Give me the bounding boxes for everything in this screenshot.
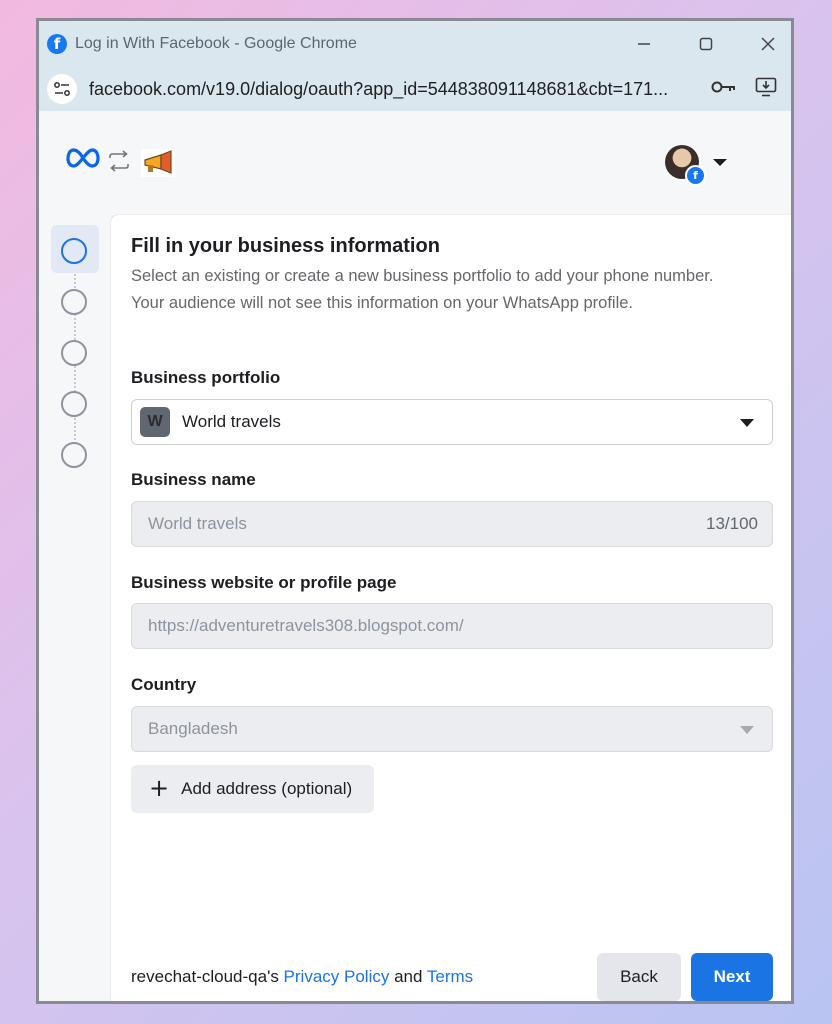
maximize-icon[interactable] xyxy=(695,33,717,55)
facebook-icon: f xyxy=(47,34,67,54)
country-value: Bangladesh xyxy=(148,719,238,738)
business-portfolio-value: World travels xyxy=(182,412,281,431)
business-name-field[interactable]: World travels 13/100 xyxy=(131,501,773,547)
key-icon[interactable] xyxy=(711,79,737,100)
website-value: https://adventuretravels308.blogspot.com… xyxy=(148,616,464,635)
country-select[interactable]: Bangladesh xyxy=(131,706,773,752)
footer-policy-text: revechat-cloud-qa's Privacy Policy and T… xyxy=(131,967,474,986)
add-address-label: Add address (optional) xyxy=(181,779,353,798)
portfolio-badge: W xyxy=(140,407,170,437)
dialog-content: f Fill in your business information Sele… xyxy=(39,111,791,1001)
country-label: Country xyxy=(131,675,197,694)
address-bar-actions xyxy=(711,67,777,111)
plus-icon: + xyxy=(149,774,170,802)
form-panel: Fill in your business information Select… xyxy=(111,215,791,1001)
step-1 xyxy=(61,238,87,264)
business-name-value: World travels xyxy=(148,514,247,533)
business-name-label: Business name xyxy=(131,470,256,489)
title-bar: f Log in With Facebook - Google Chrome xyxy=(39,21,791,67)
megaphone-app-icon xyxy=(141,149,175,177)
step-5 xyxy=(61,442,87,468)
swap-arrows-icon xyxy=(107,150,131,177)
minimize-icon[interactable] xyxy=(633,33,655,55)
terms-link[interactable]: Terms xyxy=(427,967,473,986)
facebook-badge-icon: f xyxy=(685,165,706,186)
window-controls xyxy=(633,21,779,67)
meta-logo-icon xyxy=(66,148,100,173)
browser-window: f Log in With Facebook - Google Chrome f… xyxy=(36,18,794,1004)
install-app-icon[interactable] xyxy=(755,77,777,102)
back-button[interactable]: Back xyxy=(597,953,681,1001)
business-portfolio-label: Business portfolio xyxy=(131,368,281,387)
site-settings-icon[interactable] xyxy=(47,74,77,104)
address-bar: facebook.com/v19.0/dialog/oauth?app_id=5… xyxy=(39,67,791,112)
chevron-down-icon[interactable] xyxy=(713,159,727,166)
app-header: f xyxy=(39,111,791,215)
add-address-button[interactable]: + Add address (optional) xyxy=(131,765,375,813)
step-2 xyxy=(61,289,87,315)
character-counter: 13/100 xyxy=(706,514,758,533)
step-3 xyxy=(61,340,87,366)
privacy-policy-link[interactable]: Privacy Policy xyxy=(284,967,390,986)
next-button[interactable]: Next xyxy=(691,953,773,1001)
page-title: Fill in your business information xyxy=(131,235,440,257)
chevron-down-icon xyxy=(740,419,754,427)
step-4 xyxy=(61,391,87,417)
url-text[interactable]: facebook.com/v19.0/dialog/oauth?app_id=5… xyxy=(89,79,668,100)
step-indicator xyxy=(39,215,111,1001)
window-title: Log in With Facebook - Google Chrome xyxy=(75,35,357,52)
chevron-down-icon xyxy=(740,726,754,734)
website-field[interactable]: https://adventuretravels308.blogspot.com… xyxy=(131,603,773,649)
page-description: Select an existing or create a new busin… xyxy=(131,267,714,312)
business-portfolio-select[interactable]: W World travels xyxy=(131,399,773,445)
website-label: Business website or profile page xyxy=(131,573,397,592)
close-icon[interactable] xyxy=(757,33,779,55)
